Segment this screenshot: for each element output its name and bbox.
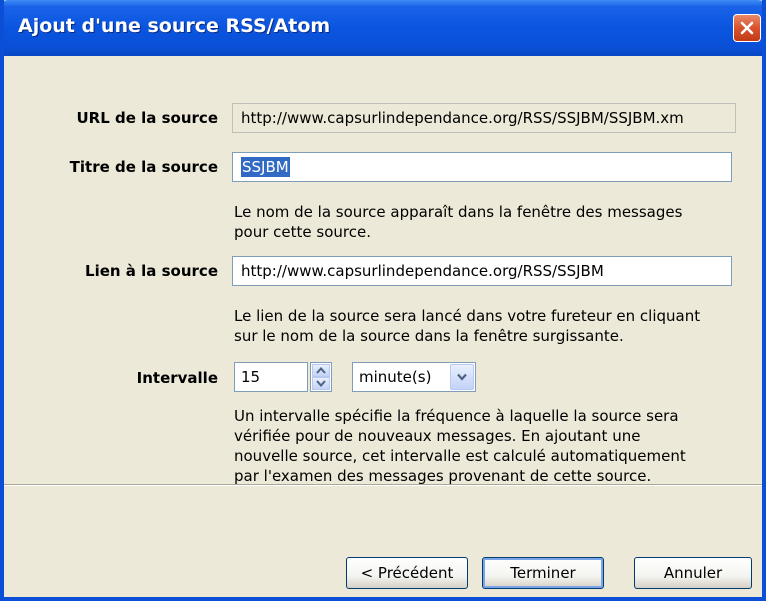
dialog-body: URL de la source http://www.capsurlindep… [4,56,762,597]
link-help-line: Le lien de la source sera lancé dans vot… [234,307,701,325]
title-field[interactable]: SSJBM [232,152,732,182]
link-label: Lien à la source [85,262,218,280]
interval-spinner [310,362,332,392]
url-field[interactable]: http://www.capsurlindependance.org/RSS/S… [232,103,736,133]
dropdown-button[interactable] [450,364,474,390]
url-label: URL de la source [76,109,218,127]
previous-button[interactable]: < Précédent [346,557,468,589]
interval-help: Un intervalle spécifie la fréquence à la… [234,406,686,486]
cancel-button[interactable]: Annuler [634,557,752,589]
separator [4,484,762,486]
link-value: http://www.capsurlindependance.org/RSS/S… [241,262,604,280]
interval-label: Intervalle [136,369,218,387]
link-help: Le lien de la source sera lancé dans vot… [234,306,700,346]
title-value: SSJBM [241,157,290,177]
dialog-window: Ajout d'une source RSS/Atom URL de la so… [0,0,766,601]
close-button[interactable] [733,14,761,42]
chevron-down-icon [457,373,467,381]
link-field[interactable]: http://www.capsurlindependance.org/RSS/S… [232,256,732,286]
title-help-line: pour cette source. [234,223,371,241]
title-help-line: Le nom de la source apparaît dans la fen… [234,203,683,221]
interval-help-line: Un intervalle spécifie la fréquence à la… [234,407,679,425]
interval-unit-select[interactable]: minute(s) [352,362,476,392]
finish-button[interactable]: Terminer [482,557,604,589]
arrow-up-icon [316,367,326,374]
url-value: http://www.capsurlindependance.org/RSS/S… [241,109,684,127]
interval-help-line: nouvelle source, cet intervalle est calc… [234,447,686,465]
interval-help-line: vérifiée pour de nouveaux messages. En a… [234,427,641,445]
arrow-down-icon [316,380,326,387]
spin-up-button[interactable] [312,364,330,377]
interval-help-line: par l'examen des messages provenant de c… [234,467,652,485]
window-title: Ajout d'une source RSS/Atom [18,15,331,37]
interval-value: 15 [241,368,261,386]
title-label: Titre de la source [69,158,218,176]
close-icon [740,21,754,35]
spin-down-button[interactable] [312,377,330,390]
interval-unit-value: minute(s) [359,368,432,386]
title-help: Le nom de la source apparaît dans la fen… [234,202,682,242]
interval-input[interactable]: 15 [234,362,308,392]
link-help-line: sur le nom de la source dans la fenêtre … [234,327,624,345]
title-bar[interactable]: Ajout d'une source RSS/Atom [4,0,762,56]
